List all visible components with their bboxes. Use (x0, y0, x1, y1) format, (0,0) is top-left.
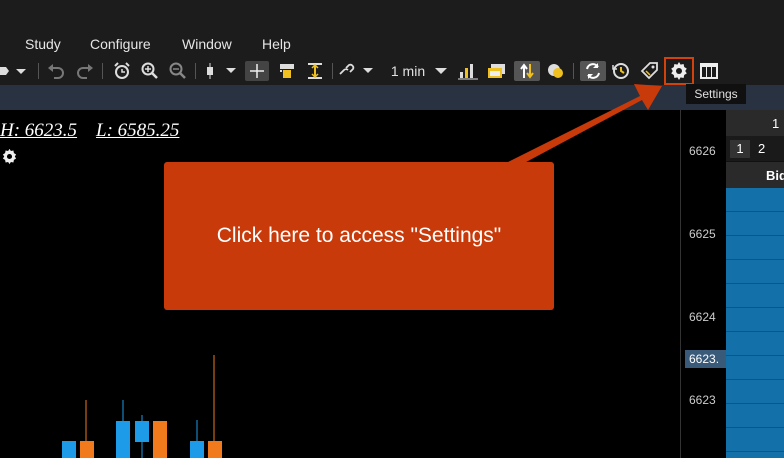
callout-box: Click here to access "Settings" (164, 162, 554, 310)
settings-tooltip: Settings (686, 84, 746, 104)
callout-text: Click here to access "Settings" (216, 224, 502, 247)
